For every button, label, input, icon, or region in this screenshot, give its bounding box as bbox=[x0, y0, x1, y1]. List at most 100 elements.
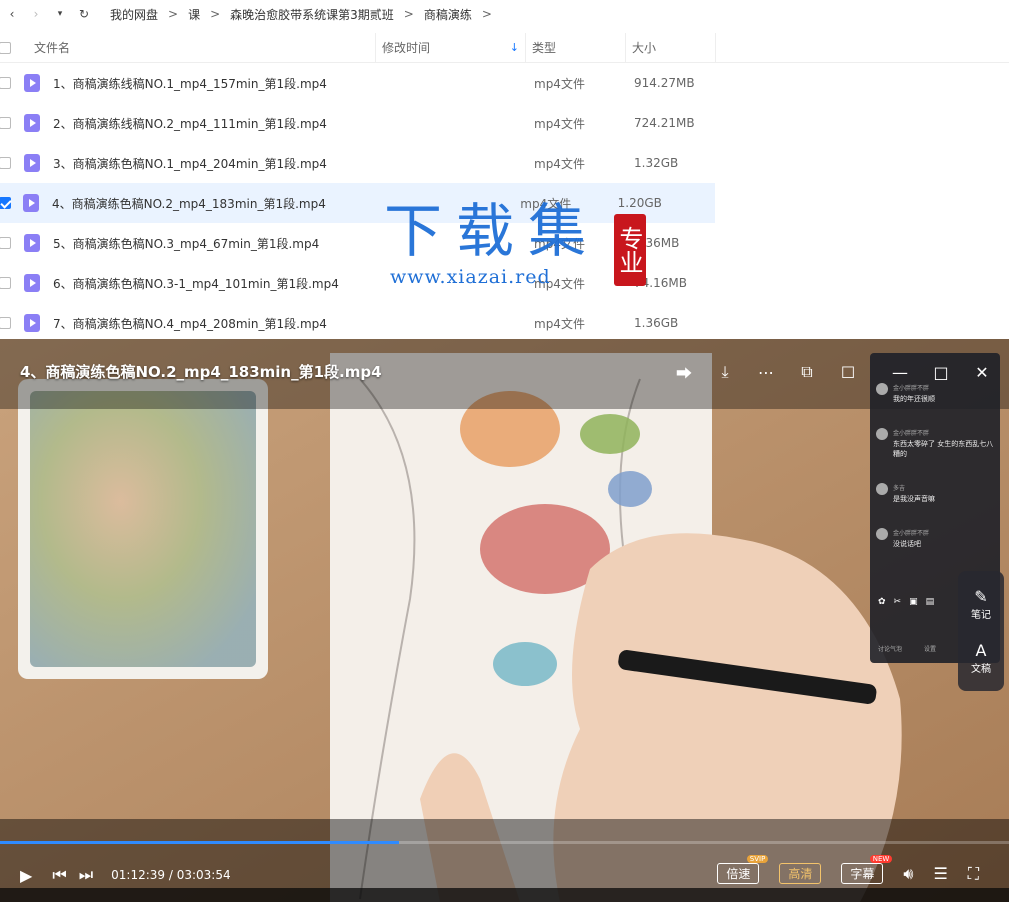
file-type: mp4文件 bbox=[534, 276, 585, 291]
chat-settings[interactable]: 设置 bbox=[924, 644, 936, 653]
select-all-checkbox[interactable] bbox=[0, 41, 28, 54]
file-size: 1.32GB bbox=[634, 156, 679, 170]
notes-icon: ✎ bbox=[974, 586, 988, 606]
file-row[interactable]: 2、商稿演练线稿NO.2_mp4_111min_第1段.mp4 mp4文件 72… bbox=[0, 103, 1009, 143]
row-checkbox[interactable] bbox=[0, 77, 24, 89]
chat-message: 多吉 是我没声音嘛 bbox=[876, 483, 994, 504]
file-size: 1.20GB bbox=[617, 196, 662, 210]
file-list: 1、商稿演练线稿NO.1_mp4_157min_第1段.mp4 mp4文件 91… bbox=[0, 63, 1009, 343]
chat-username: 金小胖胖不胖 bbox=[893, 530, 930, 537]
play-icon[interactable]: ▶ bbox=[20, 866, 32, 885]
file-name[interactable]: 7、商稿演练色稿NO.4_mp4_208min_第1段.mp4 bbox=[53, 315, 534, 332]
column-header-type[interactable]: 类型 bbox=[526, 32, 626, 63]
palette-paint-wash bbox=[30, 391, 256, 667]
file-size: 1.36MB bbox=[634, 236, 680, 250]
transcript-icon: 𝖠 bbox=[975, 640, 987, 660]
column-header-size[interactable]: 大小 bbox=[626, 32, 716, 63]
download-icon[interactable]: ⤓ bbox=[714, 361, 736, 383]
close-icon[interactable]: ✕ bbox=[971, 361, 993, 383]
row-checkbox[interactable] bbox=[0, 277, 24, 289]
file-row[interactable]: 6、商稿演练色稿NO.3-1_mp4_101min_第1段.mp4 mp4文件 … bbox=[0, 263, 1009, 303]
row-checkbox[interactable] bbox=[0, 237, 24, 249]
file-name[interactable]: 2、商稿演练线稿NO.2_mp4_111min_第1段.mp4 bbox=[53, 115, 534, 132]
butterfly-blue bbox=[608, 471, 652, 507]
row-checkbox-checked[interactable] bbox=[0, 197, 23, 209]
avatar bbox=[876, 383, 888, 395]
chat-message: 金小胖胖不胖 没说话吧 bbox=[876, 528, 994, 549]
refresh-icon[interactable]: ↻ bbox=[72, 0, 96, 28]
progress-bar[interactable] bbox=[0, 841, 1009, 844]
maximize-icon[interactable]: □ bbox=[930, 361, 952, 383]
file-name[interactable]: 1、商稿演练线稿NO.1_mp4_157min_第1段.mp4 bbox=[53, 75, 534, 92]
picture-in-picture-icon[interactable]: ⧉ bbox=[796, 361, 818, 383]
file-row[interactable]: 1、商稿演练线稿NO.1_mp4_157min_第1段.mp4 mp4文件 91… bbox=[0, 63, 1009, 103]
file-row[interactable]: 7、商稿演练色稿NO.4_mp4_208min_第1段.mp4 mp4文件 1.… bbox=[0, 303, 1009, 343]
previous-icon[interactable]: ⏮ bbox=[52, 865, 66, 885]
file-row-selected[interactable]: 4、商稿演练色稿NO.2_mp4_183min_第1段.mp4 mp4文件 1.… bbox=[0, 183, 715, 223]
video-title: 4、商稿演练色稿NO.2_mp4_183min_第1段.mp4 bbox=[20, 363, 382, 381]
more-icon[interactable]: ⋯ bbox=[755, 361, 777, 383]
gallery-icon[interactable]: ▤ bbox=[926, 597, 935, 607]
avatar bbox=[876, 428, 888, 440]
scissors-icon[interactable]: ✂ bbox=[894, 597, 902, 607]
notes-label: 笔记 bbox=[971, 609, 991, 621]
back-icon[interactable]: ‹ bbox=[0, 0, 24, 28]
playlist-icon[interactable]: ☰ bbox=[933, 864, 947, 883]
video-frame[interactable] bbox=[0, 339, 1009, 902]
video-file-icon bbox=[24, 274, 40, 292]
file-row[interactable]: 3、商稿演练色稿NO.1_mp4_204min_第1段.mp4 mp4文件 1.… bbox=[0, 143, 1009, 183]
file-name[interactable]: 5、商稿演练色稿NO.3_mp4_67min_第1段.mp4 bbox=[53, 235, 534, 252]
top-nav-bar: ‹ › ▾ ↻ 我的网盘 > 课 > 森晚治愈胶带系统课第3期贰班 > 商稿演练… bbox=[0, 0, 1009, 28]
player-top-toolbar: ⮕ ⤓ ⋯ ⧉ ☐ bbox=[654, 361, 859, 383]
column-header-modified[interactable]: 修改时间 ↓ bbox=[376, 32, 526, 63]
file-name[interactable]: 4、商稿演练色稿NO.2_mp4_183min_第1段.mp4 bbox=[52, 195, 520, 212]
breadcrumb-separator: > bbox=[481, 7, 492, 21]
file-name[interactable]: 3、商稿演练色稿NO.1_mp4_204min_第1段.mp4 bbox=[53, 155, 534, 172]
breadcrumb-item[interactable]: 森晚治愈胶带系统课第3期贰班 bbox=[230, 6, 394, 23]
column-header-modified-label: 修改时间 bbox=[382, 41, 431, 55]
breadcrumb-separator: > bbox=[403, 7, 414, 21]
transcript-button[interactable]: 𝖠 文稿 bbox=[971, 640, 991, 675]
image-icon[interactable]: ▣ bbox=[909, 597, 918, 607]
crop-icon[interactable]: ☐ bbox=[837, 361, 859, 383]
chat-message: 金小胖胖不胖 东西太零碎了 女生的东西乱七八糟的 bbox=[876, 428, 994, 459]
breadcrumb: 我的网盘 > 课 > 森晚治愈胶带系统课第3期贰班 > 商稿演练 > bbox=[110, 6, 502, 23]
breadcrumb-item[interactable]: 课 bbox=[188, 6, 200, 23]
file-name[interactable]: 6、商稿演练色稿NO.3-1_mp4_101min_第1段.mp4 bbox=[53, 275, 534, 292]
row-checkbox[interactable] bbox=[0, 117, 24, 129]
row-checkbox[interactable] bbox=[0, 157, 24, 169]
file-row[interactable]: 5、商稿演练色稿NO.3_mp4_67min_第1段.mp4 mp4文件 1.3… bbox=[0, 223, 1009, 263]
quality-button[interactable]: 高清 bbox=[779, 863, 822, 884]
history-dropdown-icon[interactable]: ▾ bbox=[48, 0, 72, 28]
share-icon[interactable]: ⮕ bbox=[673, 361, 695, 383]
discussion-bubble-toggle[interactable]: 讨论气泡 bbox=[878, 644, 902, 653]
chat-text: 没说话吧 bbox=[893, 540, 921, 548]
breadcrumb-item[interactable]: 我的网盘 bbox=[110, 6, 158, 23]
total-time: 03:03:54 bbox=[176, 868, 231, 882]
chat-text: 我的年还很顺 bbox=[893, 395, 935, 403]
video-player[interactable]: 4、商稿演练色稿NO.2_mp4_183min_第1段.mp4 ⮕ ⤓ ⋯ ⧉ … bbox=[0, 339, 1009, 902]
speed-button[interactable]: 倍速 SVIP bbox=[717, 855, 769, 884]
flower-icon[interactable]: ✿ bbox=[878, 597, 886, 607]
window-controls: — □ ✕ bbox=[870, 361, 993, 383]
file-type: mp4文件 bbox=[520, 196, 572, 211]
next-icon[interactable]: ⏭ bbox=[79, 865, 93, 885]
notes-button[interactable]: ✎ 笔记 bbox=[971, 586, 991, 621]
butterfly-green bbox=[580, 414, 640, 454]
taskbar-strip bbox=[0, 888, 1009, 902]
forward-icon[interactable]: › bbox=[24, 0, 48, 28]
video-file-icon bbox=[23, 194, 39, 212]
time-display: 01:12:39 / 03:03:54 bbox=[111, 868, 230, 882]
subtitle-button[interactable]: 字幕 NEW bbox=[841, 855, 893, 884]
minimize-icon[interactable]: — bbox=[889, 361, 911, 383]
breadcrumb-item[interactable]: 商稿演练 bbox=[424, 6, 472, 23]
column-header-name[interactable]: 文件名 bbox=[28, 32, 376, 63]
file-size: 1.36GB bbox=[634, 316, 679, 330]
video-file-icon bbox=[24, 234, 40, 252]
breadcrumb-separator: > bbox=[210, 7, 221, 21]
row-checkbox[interactable] bbox=[0, 317, 24, 329]
avatar bbox=[876, 483, 888, 495]
fullscreen-icon[interactable]: ⛶ bbox=[968, 864, 979, 884]
file-size: 74.16MB bbox=[634, 276, 687, 290]
volume-icon[interactable]: 🔊︎ bbox=[903, 864, 913, 884]
